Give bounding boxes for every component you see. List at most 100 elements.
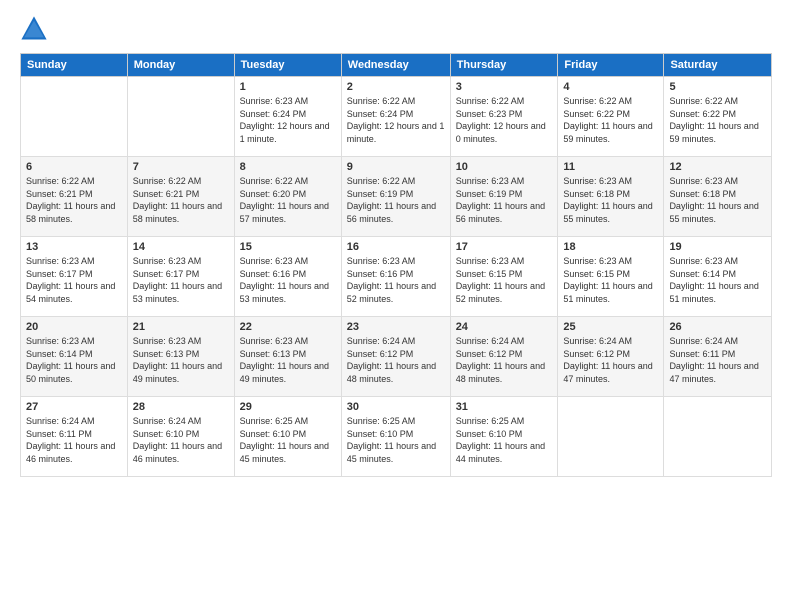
week-row-1: 1 Sunrise: 6:23 AMSunset: 6:24 PMDaylight…	[21, 77, 772, 157]
day-info: Sunrise: 6:24 AMSunset: 6:10 PMDaylight:…	[133, 415, 229, 465]
day-info: Sunrise: 6:24 AMSunset: 6:11 PMDaylight:…	[669, 335, 766, 385]
day-cell: 9 Sunrise: 6:22 AMSunset: 6:19 PMDaylight…	[341, 157, 450, 237]
day-number: 14	[133, 241, 229, 253]
week-row-5: 27 Sunrise: 6:24 AMSunset: 6:11 PMDayligh…	[21, 397, 772, 477]
day-info: Sunrise: 6:23 AMSunset: 6:18 PMDaylight:…	[669, 175, 766, 225]
header-friday: Friday	[558, 54, 664, 77]
day-number: 28	[133, 401, 229, 413]
day-number: 22	[240, 321, 336, 333]
logo	[20, 15, 52, 43]
day-cell: 12 Sunrise: 6:23 AMSunset: 6:18 PMDayligh…	[664, 157, 772, 237]
day-cell: 26 Sunrise: 6:24 AMSunset: 6:11 PMDayligh…	[664, 317, 772, 397]
day-info: Sunrise: 6:23 AMSunset: 6:17 PMDaylight:…	[26, 255, 122, 305]
week-row-4: 20Sunrise: 6:23 AMSunset: 6:14 PMDayligh…	[21, 317, 772, 397]
day-info: Sunrise: 6:25 AMSunset: 6:10 PMDaylight:…	[347, 415, 445, 465]
day-cell: 8 Sunrise: 6:22 AMSunset: 6:20 PMDaylight…	[234, 157, 341, 237]
day-number: 17	[456, 241, 553, 253]
header-saturday: Saturday	[664, 54, 772, 77]
day-number: 5	[669, 81, 766, 93]
day-info: Sunrise: 6:23 AMSunset: 6:17 PMDaylight:…	[133, 255, 229, 305]
calendar: SundayMondayTuesdayWednesdayThursdayFrid…	[20, 53, 772, 477]
day-number: 10	[456, 161, 553, 173]
day-info: Sunrise: 6:24 AMSunset: 6:12 PMDaylight:…	[456, 335, 553, 385]
day-number: 12	[669, 161, 766, 173]
day-info: Sunrise: 6:24 AMSunset: 6:11 PMDaylight:…	[26, 415, 122, 465]
day-number: 21	[133, 321, 229, 333]
page: SundayMondayTuesdayWednesdayThursdayFrid…	[0, 0, 792, 612]
day-cell: 28 Sunrise: 6:24 AMSunset: 6:10 PMDayligh…	[127, 397, 234, 477]
header-monday: Monday	[127, 54, 234, 77]
day-cell: 24 Sunrise: 6:24 AMSunset: 6:12 PMDayligh…	[450, 317, 558, 397]
day-number: 4	[563, 81, 658, 93]
day-cell: 13 Sunrise: 6:23 AMSunset: 6:17 PMDayligh…	[21, 237, 128, 317]
day-cell	[127, 77, 234, 157]
day-info: Sunrise: 6:23 AMSunset: 6:16 PMDaylight:…	[347, 255, 445, 305]
day-info: Sunrise: 6:22 AMSunset: 6:23 PMDaylight:…	[456, 95, 553, 145]
day-info: Sunrise: 6:22 AMSunset: 6:22 PMDaylight:…	[563, 95, 658, 145]
day-number: 8	[240, 161, 336, 173]
day-number: 1	[240, 81, 336, 93]
day-cell: 14 Sunrise: 6:23 AMSunset: 6:17 PMDayligh…	[127, 237, 234, 317]
day-number: 13	[26, 241, 122, 253]
day-number: 18	[563, 241, 658, 253]
day-cell: 5 Sunrise: 6:22 AMSunset: 6:22 PMDaylight…	[664, 77, 772, 157]
day-info: Sunrise: 6:23 AMSunset: 6:19 PMDaylight:…	[456, 175, 553, 225]
day-cell: 22 Sunrise: 6:23 AMSunset: 6:13 PMDayligh…	[234, 317, 341, 397]
header-tuesday: Tuesday	[234, 54, 341, 77]
day-cell: 15 Sunrise: 6:23 AMSunset: 6:16 PMDayligh…	[234, 237, 341, 317]
day-number: 29	[240, 401, 336, 413]
day-cell: 16 Sunrise: 6:23 AMSunset: 6:16 PMDayligh…	[341, 237, 450, 317]
day-info: Sunrise: 6:23 AMSunset: 6:14 PMDaylight:…	[669, 255, 766, 305]
day-number: 27	[26, 401, 122, 413]
day-info: Sunrise: 6:22 AMSunset: 6:21 PMDaylight:…	[133, 175, 229, 225]
day-cell: 30 Sunrise: 6:25 AMSunset: 6:10 PMDayligh…	[341, 397, 450, 477]
week-row-2: 6 Sunrise: 6:22 AMSunset: 6:21 PMDaylight…	[21, 157, 772, 237]
day-info: Sunrise: 6:23 AMSunset: 6:24 PMDaylight:…	[240, 95, 336, 145]
day-number: 26	[669, 321, 766, 333]
day-number: 16	[347, 241, 445, 253]
day-info: Sunrise: 6:22 AMSunset: 6:19 PMDaylight:…	[347, 175, 445, 225]
day-info: Sunrise: 6:23 AMSunset: 6:13 PMDaylight:…	[133, 335, 229, 385]
day-info: Sunrise: 6:25 AMSunset: 6:10 PMDaylight:…	[456, 415, 553, 465]
day-number: 25	[563, 321, 658, 333]
header-sunday: Sunday	[21, 54, 128, 77]
day-cell: 23 Sunrise: 6:24 AMSunset: 6:12 PMDayligh…	[341, 317, 450, 397]
day-info: Sunrise: 6:23 AMSunset: 6:13 PMDaylight:…	[240, 335, 336, 385]
day-cell: 4 Sunrise: 6:22 AMSunset: 6:22 PMDaylight…	[558, 77, 664, 157]
day-info: Sunrise: 6:25 AMSunset: 6:10 PMDaylight:…	[240, 415, 336, 465]
day-info: Sunrise: 6:23 AMSunset: 6:15 PMDaylight:…	[456, 255, 553, 305]
day-number: 20	[26, 321, 122, 333]
day-cell: 21 Sunrise: 6:23 AMSunset: 6:13 PMDayligh…	[127, 317, 234, 397]
day-number: 24	[456, 321, 553, 333]
logo-icon	[20, 15, 48, 43]
day-cell: 18Sunrise: 6:23 AMSunset: 6:15 PMDayligh…	[558, 237, 664, 317]
day-cell: 25 Sunrise: 6:24 AMSunset: 6:12 PMDayligh…	[558, 317, 664, 397]
day-cell: 2Sunrise: 6:22 AMSunset: 6:24 PMDaylight…	[341, 77, 450, 157]
day-info: Sunrise: 6:23 AMSunset: 6:18 PMDaylight:…	[563, 175, 658, 225]
calendar-header-row: SundayMondayTuesdayWednesdayThursdayFrid…	[21, 54, 772, 77]
day-number: 9	[347, 161, 445, 173]
day-cell: 11 Sunrise: 6:23 AMSunset: 6:18 PMDayligh…	[558, 157, 664, 237]
day-number: 15	[240, 241, 336, 253]
day-info: Sunrise: 6:22 AMSunset: 6:21 PMDaylight:…	[26, 175, 122, 225]
day-cell	[664, 397, 772, 477]
day-cell: 17 Sunrise: 6:23 AMSunset: 6:15 PMDayligh…	[450, 237, 558, 317]
day-cell: 7Sunrise: 6:22 AMSunset: 6:21 PMDaylight…	[127, 157, 234, 237]
day-number: 23	[347, 321, 445, 333]
day-info: Sunrise: 6:23 AMSunset: 6:16 PMDaylight:…	[240, 255, 336, 305]
day-number: 19	[669, 241, 766, 253]
day-number: 11	[563, 161, 658, 173]
day-info: Sunrise: 6:24 AMSunset: 6:12 PMDaylight:…	[347, 335, 445, 385]
header-wednesday: Wednesday	[341, 54, 450, 77]
day-cell: 6 Sunrise: 6:22 AMSunset: 6:21 PMDaylight…	[21, 157, 128, 237]
day-cell: 27 Sunrise: 6:24 AMSunset: 6:11 PMDayligh…	[21, 397, 128, 477]
day-info: Sunrise: 6:22 AMSunset: 6:24 PMDaylight:…	[347, 95, 445, 145]
day-cell	[21, 77, 128, 157]
day-cell: 31Sunrise: 6:25 AMSunset: 6:10 PMDayligh…	[450, 397, 558, 477]
day-cell: 20Sunrise: 6:23 AMSunset: 6:14 PMDayligh…	[21, 317, 128, 397]
day-number: 30	[347, 401, 445, 413]
day-info: Sunrise: 6:24 AMSunset: 6:12 PMDaylight:…	[563, 335, 658, 385]
day-info: Sunrise: 6:22 AMSunset: 6:22 PMDaylight:…	[669, 95, 766, 145]
day-info: Sunrise: 6:22 AMSunset: 6:20 PMDaylight:…	[240, 175, 336, 225]
day-number: 6	[26, 161, 122, 173]
